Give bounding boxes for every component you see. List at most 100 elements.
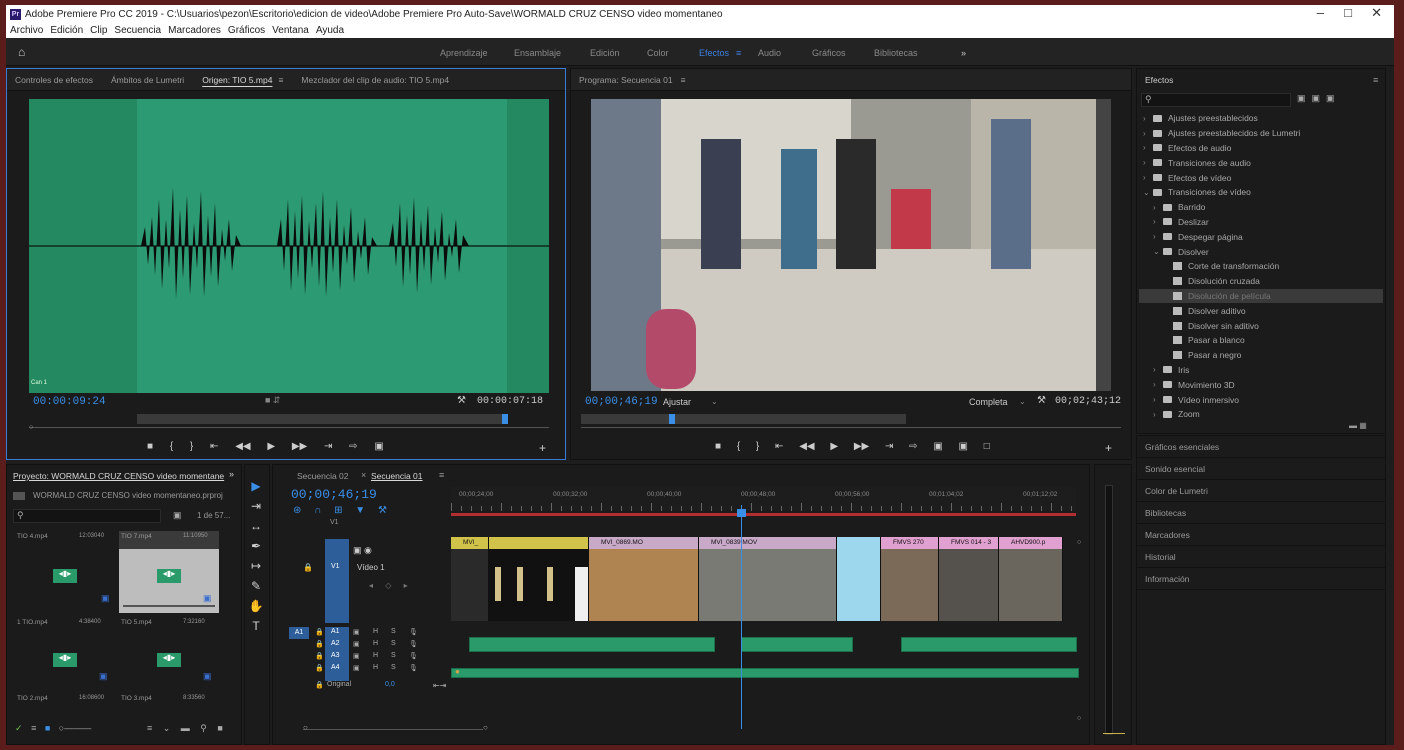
panel-lumetri-color[interactable]: Color de Lumetri [1137,480,1385,502]
chevron-down-icon[interactable]: ⌄ [1153,247,1163,256]
workspace-graficos[interactable]: Gráficos [812,48,846,58]
hand-tool-icon[interactable]: ✋ [245,599,267,613]
audio-clip[interactable] [469,637,715,652]
menu-marcadores[interactable]: Marcadores [168,25,221,36]
source-add-button-icon[interactable]: + [539,441,546,455]
audio-track-label[interactable]: A2 [331,640,340,647]
selection-tool-icon[interactable]: ▶ [245,479,267,493]
track-output-icon[interactable]: ▣ [353,652,360,660]
track-mute-button[interactable]: H [373,628,378,635]
effects-search-input[interactable]: ⚲ [1141,93,1291,107]
track-lock-icon[interactable]: 🔒 [315,628,324,636]
chevron-down-icon[interactable]: ⌄ [1143,188,1153,197]
chevron-right-icon[interactable]: › [1143,173,1153,182]
effects-tree-item[interactable]: › Movimiento 3D [1139,377,1383,392]
chevron-right-icon[interactable]: › [1143,143,1153,152]
effects-tree-item[interactable]: › Barrido [1139,200,1383,215]
close-tab-icon[interactable]: × [361,470,366,480]
audio-track-label[interactable]: A1 [331,628,340,635]
project-title[interactable]: Proyecto: WORMALD CRUZ CENSO video momen… [13,471,224,481]
timeline-clip[interactable]: MVI_0839.MOV [699,537,837,621]
vertical-scroll-handle-icon[interactable]: ○ [1077,715,1081,722]
chevron-right-icon[interactable]: › [1153,410,1163,419]
tab-lumetri-scopes[interactable]: Ámbitos de Lumetri [111,75,184,85]
effects-tree-item[interactable]: › Efectos de vídeo [1139,170,1383,185]
icon-view-icon[interactable]: ■ [45,723,50,733]
program-playhead[interactable] [669,414,675,424]
track-output-icon[interactable]: ▣ [353,664,360,672]
audio-clip[interactable] [741,637,853,652]
workspace-ensamblaje[interactable]: Ensamblaje [514,48,561,58]
video-track-v1[interactable]: MVI_ MVI_0869.MO MVI_0839.MOV FMVS 270 F… [451,537,1079,623]
workspace-audio[interactable]: Audio [758,48,781,58]
list-view-icon[interactable]: ≡ [31,723,36,733]
chevron-right-icon[interactable]: › [1143,114,1153,123]
effects-tree-item[interactable]: Disolver sin aditivo [1139,318,1383,333]
microphone-icon[interactable]: 🎙 [409,640,418,648]
timeline-ruler[interactable]: 00;00;24;00 00;00;32;00 00;00;40;00 00;00;4… [451,487,1076,511]
program-video-frame[interactable] [591,99,1111,391]
tab-source[interactable]: Origen: TIO 5.mp4 [202,75,272,85]
track-solo-button[interactable]: S [391,664,396,671]
media-item-tio3[interactable]: ◂▮▸ ▣ TIO 3.mp4 8:33560 [119,635,219,707]
audio-track-header[interactable]: 🔒 A4 ▣ H S 🎙 [273,663,451,675]
fit-tracks-icon[interactable]: ⇤⇥ [433,681,446,690]
fit-dropdown-chevron-icon[interactable]: ⌄ [711,397,718,406]
menu-ayuda[interactable]: Ayuda [316,25,344,36]
slip-tool-icon[interactable]: ↦ [245,559,267,573]
audio-clip[interactable] [901,637,1077,652]
maximize-button[interactable]: □ [1344,5,1352,20]
timeline-clip[interactable] [489,537,589,621]
effects-tree-item[interactable]: Pasar a negro [1139,348,1383,363]
timeline-clip[interactable]: FMVS 270 [881,537,939,621]
quality-dropdown-chevron-icon[interactable]: ⌄ [1019,397,1026,406]
track-lock-icon[interactable]: 🔒 [315,652,324,660]
track-mute-button[interactable]: H [373,652,378,659]
program-scrubber[interactable] [581,427,1121,428]
timeline-clip[interactable]: FMVS 014 - 3 [939,537,999,621]
audio-waveform-area[interactable]: Can 1 [29,99,549,393]
audio-track-label[interactable]: A3 [331,652,340,659]
timeline-clip[interactable]: AHVD900.p [999,537,1063,621]
track-select-tool-icon[interactable]: ⇥ [245,499,267,513]
effects-tree-item[interactable]: › Iris [1139,363,1383,378]
project-footer-tools[interactable]: ✓ ≡ ■ ○——— [15,723,91,734]
microphone-icon[interactable]: 🎙 [409,652,418,660]
project-more-icon[interactable]: » [229,469,234,479]
panel-markers[interactable]: Marcadores [1137,524,1385,546]
audio-track-header[interactable]: 🔒 A2 ▣ H S 🎙 [273,639,451,651]
program-fit-dropdown[interactable]: Ajustar [663,397,691,407]
program-quality-dropdown[interactable]: Completa [969,397,1008,407]
track-mute-button[interactable]: H [373,664,378,671]
source-zoom-handle-icon[interactable]: ○ [29,424,33,431]
keyframe-nav-icons[interactable]: ◂ ◇ ▸ [369,581,408,590]
close-button[interactable]: ✕ [1371,5,1382,21]
tab-effect-controls[interactable]: Controles de efectos [15,75,93,85]
track-lock-icon[interactable]: 🔒 [303,563,313,572]
track-solo-button[interactable]: S [391,652,396,659]
microphone-icon[interactable]: 🎙 [409,628,418,636]
track-output-icon[interactable]: ▣ [353,628,360,636]
program-inout-range[interactable] [581,414,906,424]
program-panel-menu-icon[interactable]: ≡ [681,75,686,85]
workspace-aprendizaje[interactable]: Aprendizaje [440,48,488,58]
source-inout-range[interactable] [137,414,507,424]
media-item-tio4[interactable]: TIO 4.mp4 12:03040 ◂▮▸ [15,531,115,613]
tab-audio-clip-mixer[interactable]: Mezclador del clip de audio: TIO 5.mp4 [301,75,449,85]
tab-secuencia-01[interactable]: Secuencia 01 [371,471,423,481]
source-transport-controls[interactable]: ■ { } ⇤ ◀◀ ▶ ▶▶ ⇥ ⇨ ▣ [147,441,384,452]
source-marker-icon[interactable]: ■ ⇵ [265,395,280,406]
panel-info[interactable]: Información [1137,568,1385,590]
transition-marker[interactable] [495,567,501,601]
audio-track-header[interactable]: 🔒 A1 ▣ H S 🎙 [273,627,451,639]
effects-tree-item[interactable]: › Efectos de audio [1139,141,1383,156]
program-add-button-icon[interactable]: + [1105,441,1112,455]
effects-tree-item[interactable]: Disolución de película [1139,288,1383,304]
effects-new-bin-icon[interactable]: ▬ ▦ [1349,421,1367,430]
effects-tree-item[interactable]: Corte de transformación [1139,259,1383,274]
panel-libraries[interactable]: Bibliotecas [1137,502,1385,524]
media-thumbnail-selected[interactable]: ◂▮▸ ▣ [119,549,219,613]
master-value[interactable]: 0,0 [385,681,395,688]
workspace-menu-icon[interactable]: ≡ [736,48,741,58]
menu-graficos[interactable]: Gráficos [228,25,265,36]
